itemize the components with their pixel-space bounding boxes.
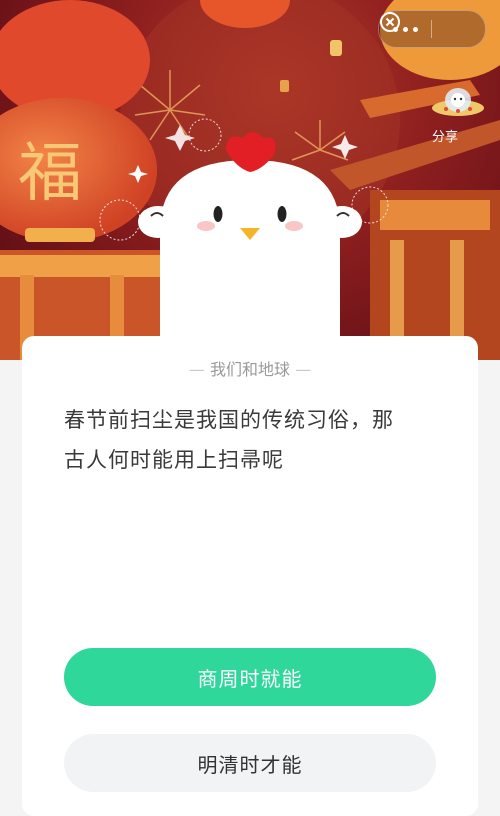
question-line-1: 春节前扫尘是我国的传统习俗，那	[64, 408, 394, 432]
share-label: 分享	[432, 130, 459, 145]
ufo-share-icon	[432, 88, 484, 116]
answer-option-a[interactable]: 商周时就能	[64, 648, 436, 706]
card-title: — 我们和地球 —	[188, 360, 312, 379]
question-line-2: 古人何时能用上扫帚呢	[64, 448, 284, 472]
close-button[interactable]	[380, 11, 484, 47]
question-text: 春节前扫尘是我国的传统习俗，那 古人何时能用上扫帚呢	[64, 400, 444, 480]
fu-character: 福	[18, 137, 82, 211]
answer-option-b[interactable]: 明清时才能	[64, 734, 436, 792]
question-card: — 我们和地球 — 春节前扫尘是我国的传统习俗，那 古人何时能用上扫帚呢 商周时…	[22, 336, 478, 816]
mini-program-capsule	[378, 10, 486, 48]
share-button[interactable]: 分享	[428, 78, 488, 148]
festival-illustration: 福	[0, 0, 500, 360]
hero-banner: 福 分享	[0, 0, 500, 360]
close-circle-icon	[380, 12, 400, 32]
card-title-text: 我们和地球	[209, 360, 290, 379]
